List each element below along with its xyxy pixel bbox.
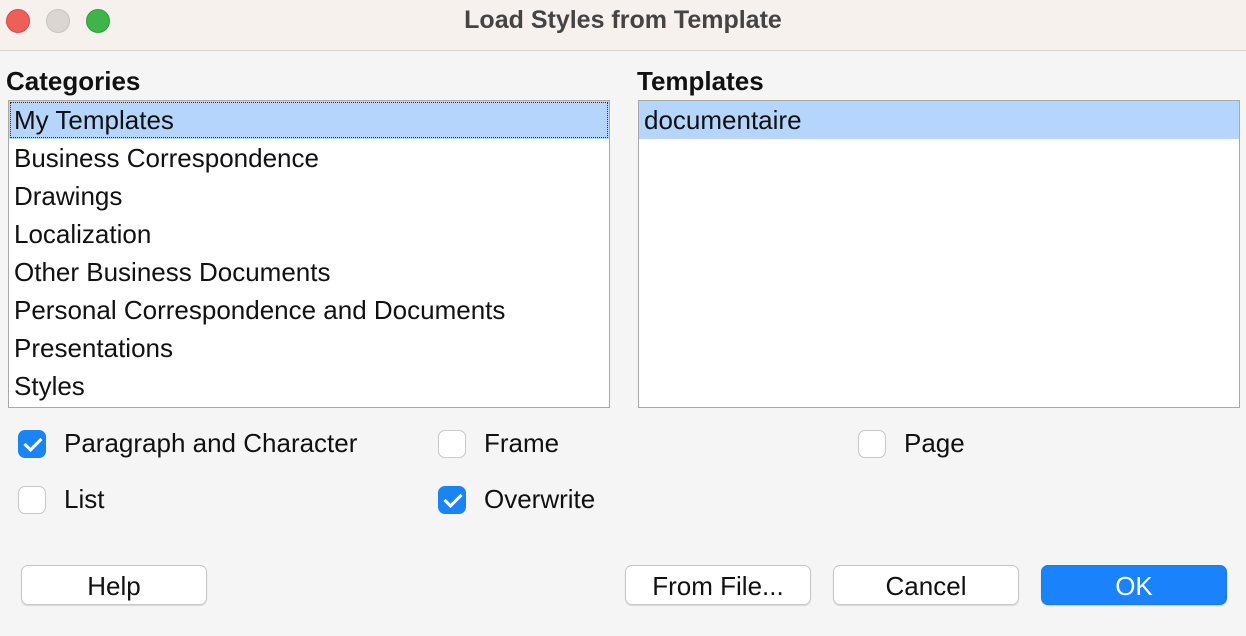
category-item[interactable]: Presentations [9,329,609,367]
templates-list[interactable]: documentaire [638,100,1240,408]
cancel-button[interactable]: Cancel [833,565,1019,605]
overwrite-label: Overwrite [484,484,596,514]
category-item[interactable]: Other Business Documents [9,253,609,291]
from-file-button[interactable]: From File... [625,565,811,605]
overwrite-checkbox[interactable] [438,486,466,514]
template-item[interactable]: documentaire [639,101,1239,139]
frame-checkbox[interactable] [438,430,466,458]
category-item[interactable]: My Templates [9,101,609,139]
frame-label: Frame [484,428,560,458]
category-item[interactable]: Drawings [9,177,609,215]
ok-button[interactable]: OK [1041,565,1227,605]
help-button[interactable]: Help [21,565,207,605]
page-label: Page [904,428,965,458]
category-item[interactable]: Personal Correspondence and Documents [9,291,609,329]
category-item[interactable]: Styles [9,367,609,405]
paragraph-and-character-label: Paragraph and Character [64,428,358,458]
categories-list[interactable]: My Templates Business Correspondence Dra… [8,100,610,408]
categories-label: Categories [6,66,141,96]
category-item[interactable]: Localization [9,215,609,253]
title-bar: Load Styles from Template [0,0,1246,51]
list-label: List [64,484,105,514]
paragraph-and-character-checkbox[interactable] [18,430,46,458]
templates-label: Templates [637,66,764,96]
category-item[interactable]: Business Correspondence [9,139,609,177]
page-checkbox[interactable] [858,430,886,458]
list-checkbox[interactable] [18,486,46,514]
window-title: Load Styles from Template [464,6,782,34]
